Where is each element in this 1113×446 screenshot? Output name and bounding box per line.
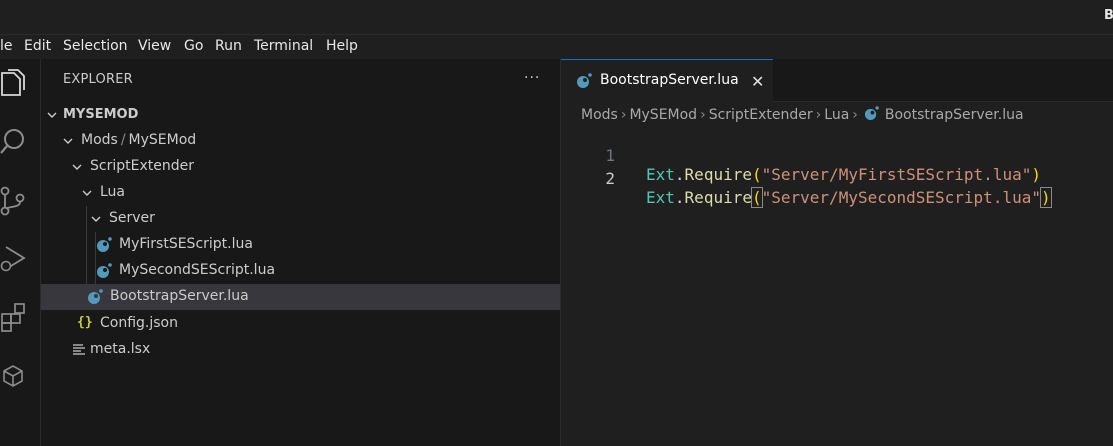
menu-go[interactable]: Go <box>184 38 203 54</box>
chevron-down-icon <box>91 216 101 222</box>
tree-root-mysemod[interactable]: MYSEMOD <box>41 102 560 128</box>
chevron-down-icon <box>82 190 92 196</box>
token-dot: . <box>674 188 685 207</box>
lua-file-icon <box>88 289 103 304</box>
window-title: B <box>1104 8 1113 23</box>
menu-file[interactable]: le <box>0 38 13 54</box>
chevron-right-icon: › <box>815 107 822 123</box>
code-text: Ext.Require("Server/MySecondSEScript.lua… <box>646 187 1052 208</box>
menu-run[interactable]: Run <box>215 38 242 54</box>
menu-view[interactable]: View <box>138 38 171 54</box>
chevron-right-icon: › <box>620 107 627 123</box>
breadcrumb-item[interactable]: ScriptExtender <box>709 107 813 123</box>
code-line[interactable]: 2 Ext.Require("Server/MySecondSEScript.l… <box>561 150 1113 208</box>
tree-item-label: BootstrapServer.lua <box>110 288 249 304</box>
tree-item-label: MyFirstSEScript.lua <box>119 236 253 252</box>
tree-item-bootstrapserver[interactable]: BootstrapServer.lua <box>41 284 560 310</box>
breadcrumb-item[interactable]: MySEMod <box>629 107 697 123</box>
breadcrumb-item[interactable]: BootstrapServer.lua <box>885 107 1024 123</box>
tree-item-config-json[interactable]: {} Config.json <box>41 311 560 337</box>
tree-folder-mods: Mods <box>81 132 118 148</box>
activity-bar <box>0 59 41 446</box>
explorer-sidebar: EXPLORER ··· MYSEMOD Mods / MySEMod Script… <box>41 59 561 446</box>
tree-item-scriptextender[interactable]: ScriptExtender <box>41 154 560 180</box>
tree-item-lua[interactable]: Lua <box>41 180 560 206</box>
title-bar: B <box>0 0 1113 35</box>
token-function: Require <box>684 188 752 207</box>
tree-item-label: MySecondSEScript.lua <box>119 262 276 278</box>
menu-edit[interactable]: Edit <box>24 38 51 54</box>
token-object: Ext <box>646 188 675 207</box>
menu-terminal[interactable]: Terminal <box>254 38 313 54</box>
tree-item-label: ScriptExtender <box>90 158 194 174</box>
source-control-icon[interactable] <box>0 186 30 216</box>
lua-file-icon <box>577 73 592 88</box>
token-paren: ) <box>1040 187 1052 208</box>
menu-help[interactable]: Help <box>326 38 358 54</box>
tree-item-label: Mods / MySEMod <box>81 132 197 148</box>
tree-item-label: meta.lsx <box>90 341 151 357</box>
tree-root-label: MYSEMOD <box>63 107 139 122</box>
lua-file-icon <box>864 106 879 121</box>
tab-label: BootstrapServer.lua <box>600 72 739 88</box>
chevron-right-icon: › <box>700 107 706 123</box>
menu-bar: le Edit Selection View Go Run Terminal H… <box>0 35 1113 59</box>
token-string: "Server/MySecondSEScript.lua" <box>761 188 1041 207</box>
tree-item-label: Server <box>109 210 155 226</box>
tree-item-myfirstsescript[interactable]: MyFirstSEScript.lua <box>41 232 560 258</box>
chevron-down-icon <box>72 164 82 170</box>
close-icon[interactable]: ✕ <box>751 72 764 91</box>
chevron-down-icon <box>63 138 73 144</box>
tree-item-mods[interactable]: Mods / MySEMod <box>41 128 560 154</box>
breadcrumb-item[interactable]: Mods <box>581 107 618 123</box>
chevron-right-icon: › <box>852 107 858 123</box>
tree-item-label: Lua <box>100 184 126 200</box>
files-icon[interactable] <box>0 69 30 99</box>
package-icon[interactable] <box>0 362 30 392</box>
breadcrumb: Mods › MySEMod › ScriptExtender › Lua › Bootstra… <box>581 106 1024 123</box>
line-number: 2 <box>605 169 615 188</box>
run-debug-icon[interactable] <box>0 244 30 274</box>
tab-bar: BootstrapServer.lua ✕ <box>561 59 1113 102</box>
chevron-down-icon <box>47 112 57 118</box>
code-line[interactable]: 1 Ext.Require("Server/MyFirstSEScript.lu… <box>561 127 1113 184</box>
text-file-icon <box>73 344 85 355</box>
tree-folder-mysemod: MySEMod <box>128 132 197 148</box>
lua-file-icon <box>97 237 112 252</box>
editor-area: BootstrapServer.lua ✕ Mods › MySEMod › Scrip… <box>561 59 1113 446</box>
breadcrumb-item[interactable]: Lua <box>824 107 849 123</box>
explorer-title: EXPLORER <box>63 72 133 87</box>
extensions-icon[interactable] <box>0 302 30 332</box>
tree-item-meta-lsx[interactable]: meta.lsx <box>41 337 560 363</box>
token-paren: ( <box>751 187 763 208</box>
tree-item-server[interactable]: Server <box>41 206 560 232</box>
tree-item-label: Config.json <box>100 315 178 331</box>
tree-item-mysecondsescript[interactable]: MySecondSEScript.lua <box>41 258 560 284</box>
more-actions-icon[interactable]: ··· <box>524 70 544 86</box>
lua-file-icon <box>97 263 112 278</box>
json-file-icon: {} <box>77 315 93 330</box>
menu-selection[interactable]: Selection <box>63 38 128 54</box>
search-icon[interactable] <box>0 127 30 157</box>
tab-bootstrapserver[interactable]: BootstrapServer.lua ✕ <box>561 59 773 102</box>
